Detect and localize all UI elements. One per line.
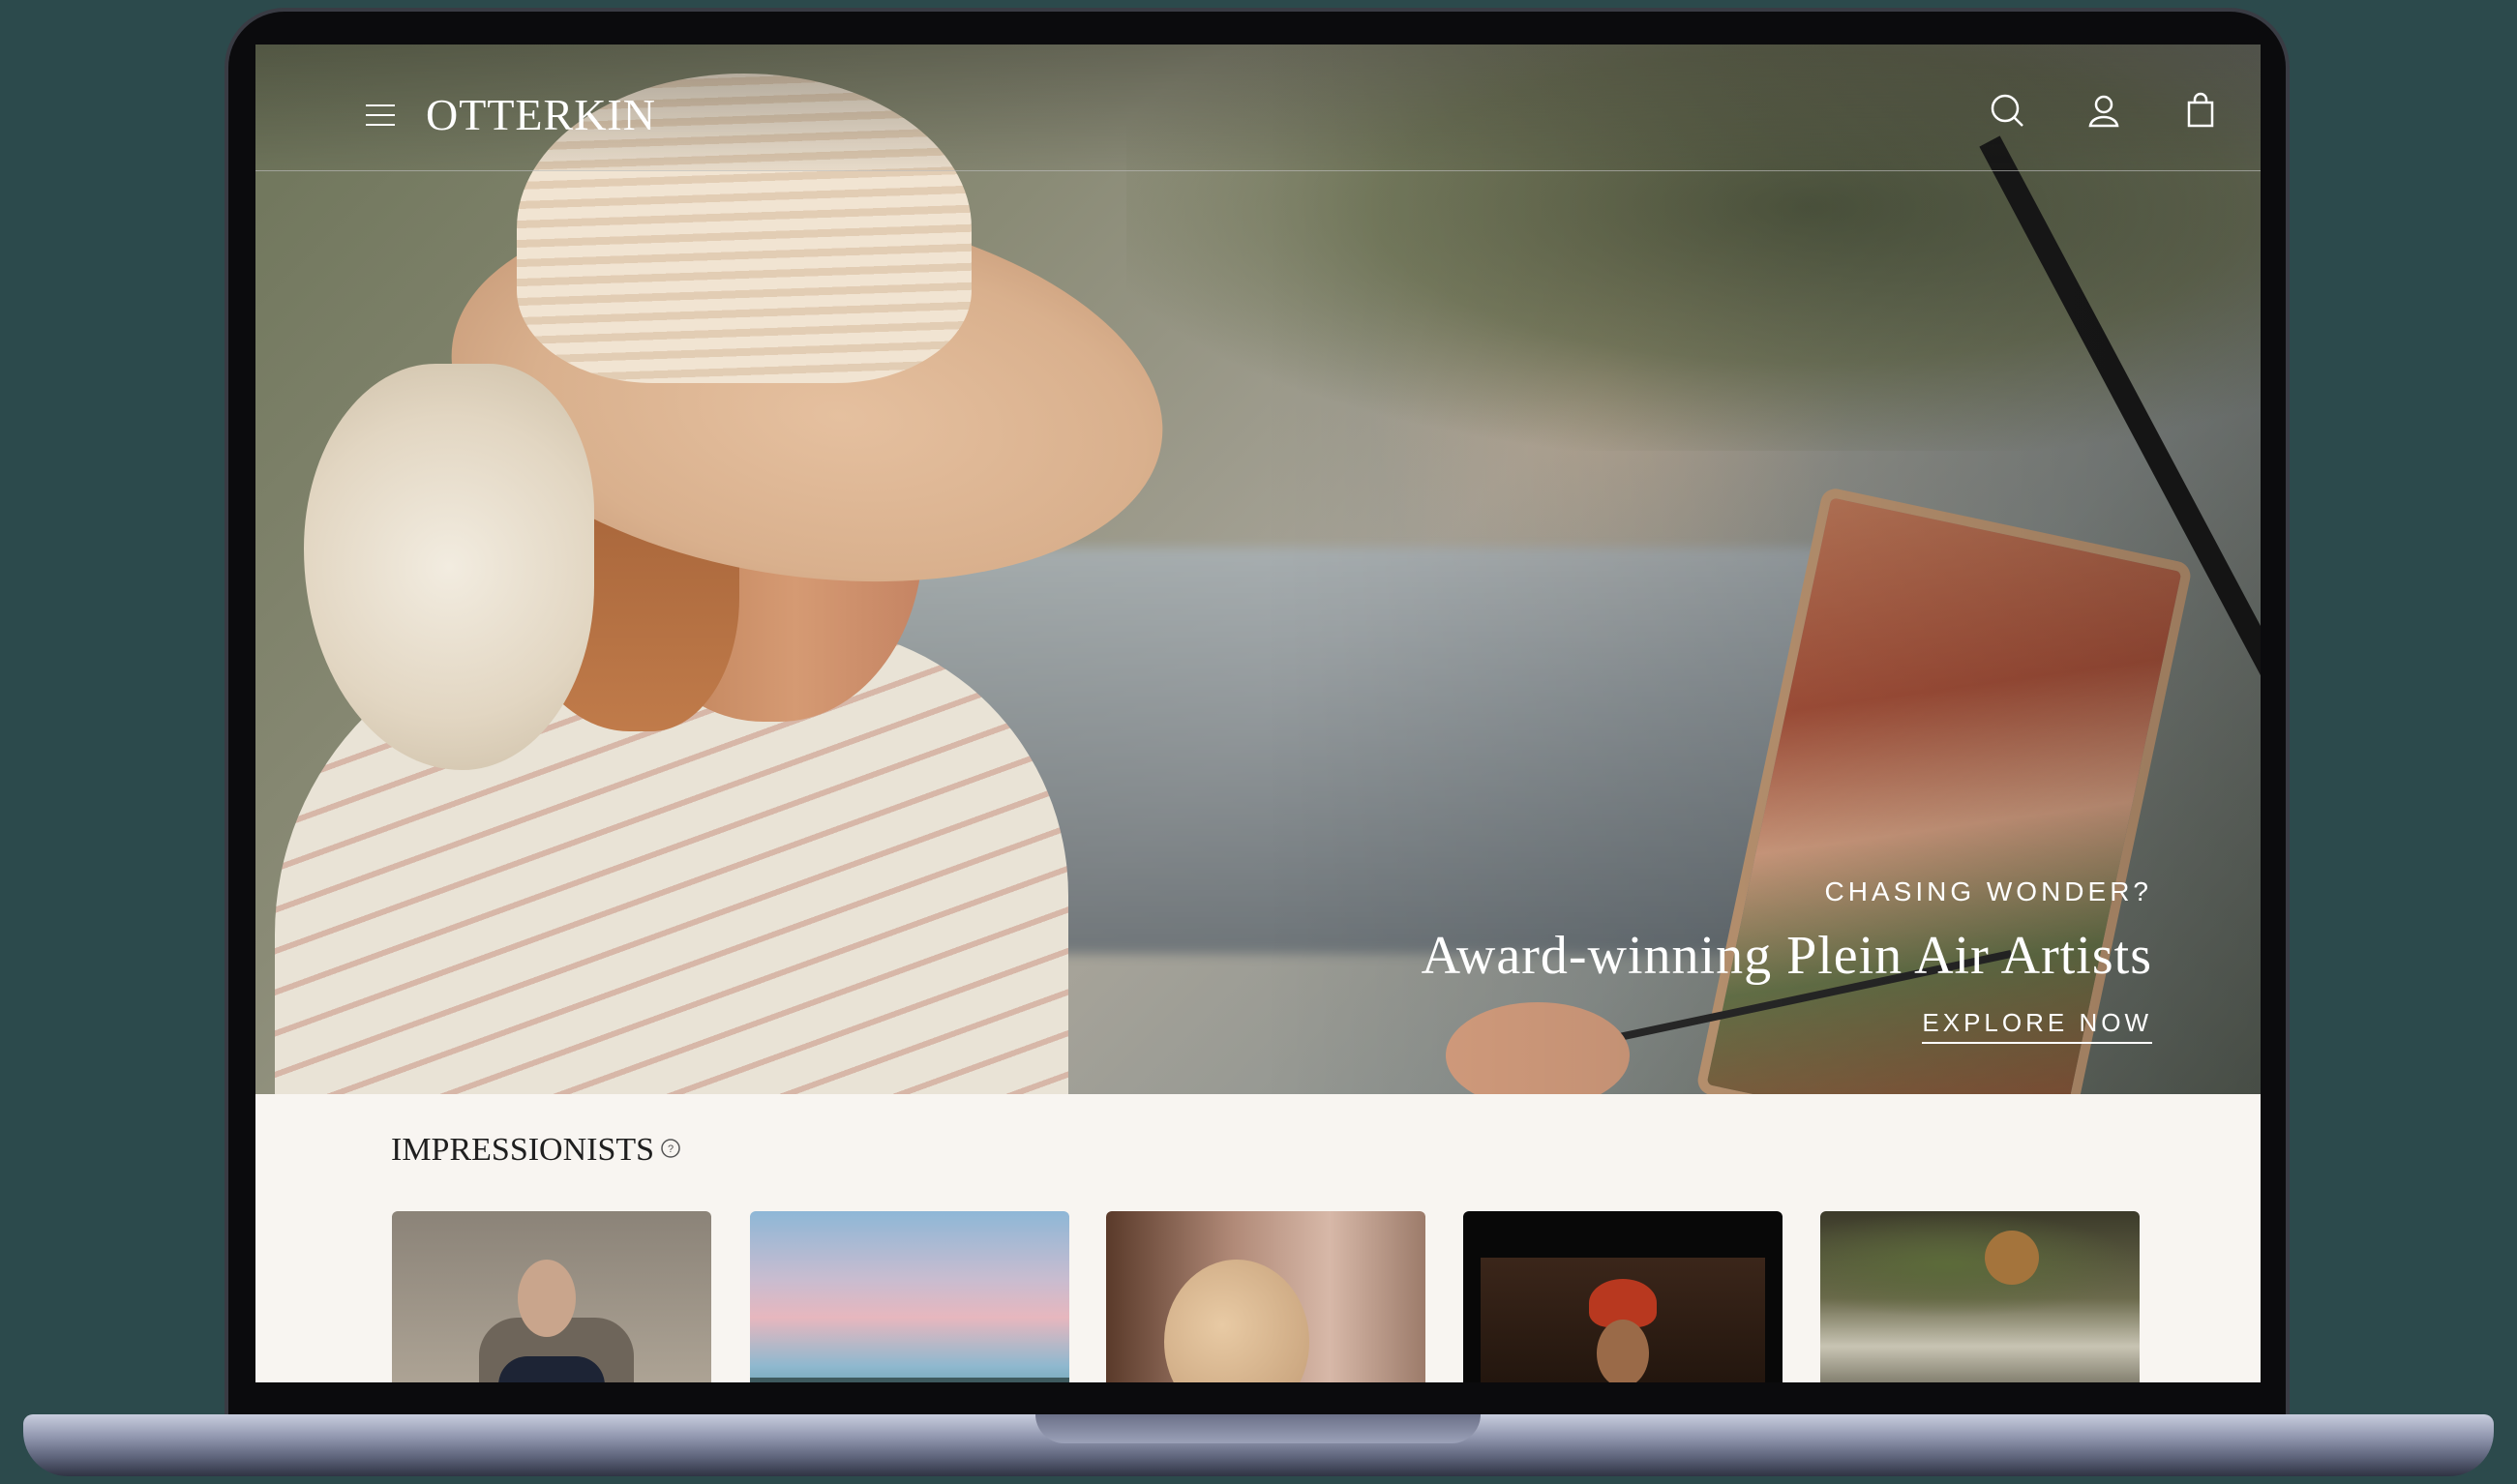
artwork-card-turban-portrait[interactable] — [1463, 1211, 1783, 1382]
hero-text-block: CHASING WONDER? Award-winning Plein Air … — [1422, 876, 2152, 1044]
artwork-card-seascape[interactable] — [750, 1211, 1069, 1382]
artwork-card-market-scene[interactable] — [1820, 1211, 2140, 1382]
card-land-shape — [750, 1378, 1069, 1382]
svg-text:?: ? — [668, 1143, 674, 1155]
question-icon[interactable]: ? — [660, 1138, 681, 1159]
explore-now-link[interactable]: EXPLORE NOW — [1922, 1008, 2152, 1044]
browser-screen: OTTERKIN CHASING WONDER? Award-winning P… — [255, 45, 2261, 1382]
card-face-shape — [518, 1260, 576, 1337]
search-icon[interactable] — [1988, 91, 2026, 130]
card-suit-shape — [498, 1356, 605, 1382]
account-icon[interactable] — [2084, 91, 2123, 130]
section-title: IMPRESSIONISTS — [391, 1132, 655, 1168]
hero-banner: OTTERKIN CHASING WONDER? Award-winning P… — [255, 45, 2261, 1094]
artwork-card-portrait-man[interactable] — [392, 1211, 711, 1382]
card-foliage-shape — [1820, 1211, 2140, 1318]
card-face-shape-2 — [1597, 1320, 1649, 1382]
hero-headline: Award-winning Plein Air Artists — [1421, 926, 2152, 986]
hero-kicker: CHASING WONDER? — [1824, 876, 2152, 906]
artwork-card-portrait-child[interactable] — [1106, 1211, 1425, 1382]
site-header: OTTERKIN — [255, 45, 2261, 171]
cart-icon[interactable] — [2181, 91, 2220, 130]
site-logo[interactable]: OTTERKIN — [426, 89, 656, 140]
card-head-shape — [1164, 1260, 1309, 1382]
card-basket-shape — [1985, 1231, 2039, 1285]
laptop-notch — [1035, 1414, 1481, 1443]
menu-icon[interactable] — [366, 103, 395, 128]
